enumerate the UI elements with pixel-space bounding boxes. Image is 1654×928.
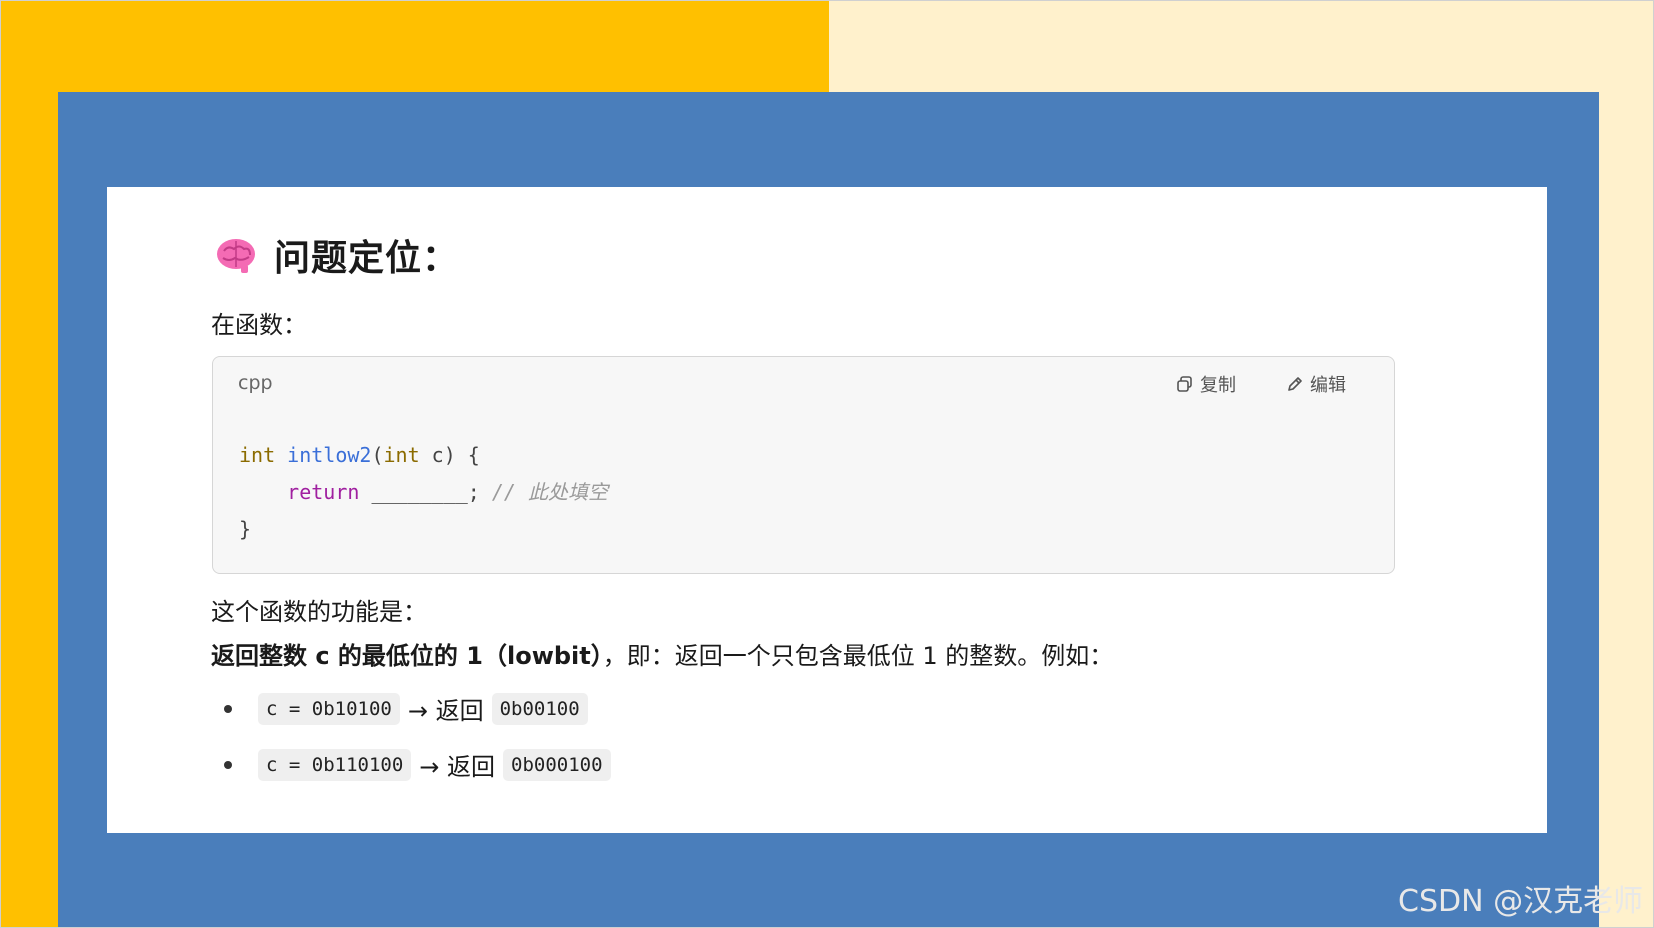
copy-label: 复制 [1200,375,1236,396]
code-type-keyword: int [239,443,276,467]
list-item: c = 0b110100 → 返回 0b000100 [224,747,611,782]
background-yellow-left [0,0,58,928]
bullet-dot [224,760,232,769]
brain-icon [217,239,255,273]
example-arrow: → 返回 [407,697,484,725]
code-language-label: cpp [238,372,273,394]
code-line-1: int intlow2(int c) { [239,437,608,474]
copy-icon [1177,376,1192,392]
example-output: 0b000100 [503,748,611,781]
code-content: int intlow2(int c) { return ________; //… [239,437,608,548]
code-function-name: intlow2 [287,443,372,467]
bullet-dot [224,704,232,713]
copy-button[interactable]: 复制 [1176,371,1236,397]
example-arrow: → 返回 [419,753,496,781]
intro-text: 在函数： [211,311,307,339]
code-actions: 复制 编辑 [1176,371,1346,397]
code-line-2: return ________; // 此处填空 [239,474,608,511]
code-blank: ________; [359,480,480,504]
edit-button[interactable]: 编辑 [1286,371,1346,397]
example-input: c = 0b110100 [258,748,412,781]
code-return-keyword: return [287,480,360,504]
page-title: 问题定位： [274,238,460,279]
code-block: cpp 复制 编辑 int intlow2(int c) { return __… [212,356,1395,574]
description-rest: ，即：返回一个只包含最低位 1 的整数。例如： [602,642,1114,670]
code-paren: ( [371,443,384,467]
edit-icon [1288,377,1302,391]
example-input: c = 0b10100 [258,692,400,725]
list-item: c = 0b10100 → 返回 0b00100 [224,691,588,726]
example-output: 0b00100 [491,692,588,725]
edit-label: 编辑 [1310,375,1346,396]
code-param-type: int [383,443,420,467]
description-line-2: 返回整数 c 的最低位的 1（lowbit），即：返回一个只包含最低位 1 的整… [211,636,1113,671]
code-line-3: } [239,517,252,541]
watermark: CSDN @汉克老师 [1398,884,1644,919]
code-comment: // 此处填空 [479,480,609,504]
section-heading: 问题定位： [214,229,459,281]
code-param: c) { [419,443,480,467]
description-line-1: 这个函数的功能是： [211,598,427,626]
background-yellow-top [0,0,829,92]
description-bold: 返回整数 c 的最低位的 1（lowbit） [211,642,603,670]
